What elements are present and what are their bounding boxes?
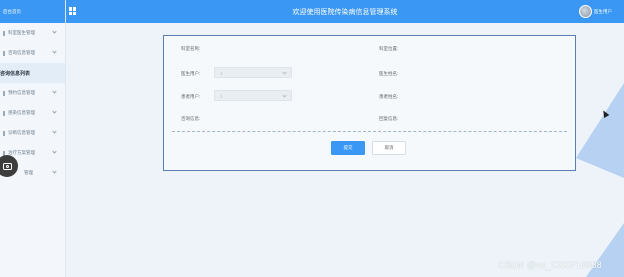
- patient-account-select[interactable]: 1: [214, 90, 292, 101]
- bullet-icon: [3, 90, 5, 96]
- sidebar: 后台首页 科室医生管理 咨询信息管理 咨询信息列表 预约信息管理 感染信息管理 …: [0, 0, 66, 277]
- chevron-down-icon: [52, 89, 57, 94]
- sidebar-subitem-consult-list[interactable]: 咨询信息列表: [0, 63, 65, 83]
- chevron-down-icon: [52, 29, 57, 34]
- user-menu[interactable]: 医生用户: [579, 5, 612, 18]
- doctor-account-select[interactable]: 1: [214, 67, 292, 78]
- doctor-account-value: 1: [220, 71, 223, 76]
- dept-name-label: 科室名称:: [181, 46, 201, 51]
- top-header: 欢迎使用医院传染病信息管理系统 医生用户: [66, 0, 624, 23]
- camera-lens: [5, 164, 9, 168]
- doctor-name-label: 医生姓名:: [379, 71, 399, 76]
- bullet-icon: [3, 130, 5, 136]
- chevron-down-icon: [52, 49, 57, 54]
- consult-form: 科室名称: 科室位置: 医生用户: 1 医生姓名: 患者用户: 1 患者姓名: …: [163, 35, 576, 171]
- chevron-down-icon: [52, 149, 57, 154]
- form-divider: [172, 131, 567, 132]
- chevron-down-icon: [282, 92, 287, 98]
- consult-info-label: 咨询信息:: [181, 116, 201, 121]
- bullet-icon: [3, 30, 5, 36]
- user-name: 医生用户: [594, 8, 612, 14]
- reply-info-label: 回复信息:: [379, 116, 399, 121]
- chevron-down-icon: [52, 169, 57, 174]
- sidebar-item-label: 管理: [24, 170, 33, 175]
- chevron-down-icon: [52, 129, 57, 134]
- sidebar-brand[interactable]: 后台首页: [0, 0, 65, 23]
- sidebar-item-label: 科室医生管理: [8, 30, 35, 35]
- sidebar-item-label: 预约信息管理: [8, 90, 35, 95]
- watermark: CSDN @vx_CXKF10088: [498, 260, 602, 270]
- doctor-account-label: 医生用户:: [181, 71, 201, 76]
- bullet-icon: [3, 110, 5, 116]
- sidebar-item-diagnosis[interactable]: 诊断信息管理: [0, 123, 65, 143]
- patient-account-label: 患者用户:: [181, 94, 201, 99]
- sidebar-item-label: 咨询信息管理: [8, 50, 35, 55]
- dept-position-label: 科室位置:: [379, 46, 399, 51]
- sidebar-item-label: 咨询信息列表: [0, 70, 31, 77]
- camera-body: [2, 162, 12, 170]
- main-content: 科室名称: 科室位置: 医生用户: 1 医生姓名: 患者用户: 1 患者姓名: …: [66, 23, 624, 277]
- sidebar-item-label: 诊断信息管理: [8, 130, 35, 135]
- sidebar-item-infection[interactable]: 感染信息管理: [0, 103, 65, 123]
- chevron-down-icon: [52, 109, 57, 114]
- page-title: 欢迎使用医院传染病信息管理系统: [292, 9, 398, 16]
- sidebar-item-label: 治疗方案管理: [8, 150, 35, 155]
- patient-name-label: 患者姓名:: [379, 94, 399, 99]
- sidebar-item-dept-doctor[interactable]: 科室医生管理: [0, 23, 65, 43]
- bullet-icon: [3, 50, 5, 56]
- deco-triangle-upper: [576, 83, 624, 178]
- patient-account-value: 1: [220, 94, 223, 99]
- sidebar-item-label: 感染信息管理: [8, 110, 35, 115]
- sidebar-item-appointment[interactable]: 预约信息管理: [0, 83, 65, 103]
- cancel-button[interactable]: 取消: [372, 141, 406, 155]
- avatar[interactable]: [579, 5, 592, 18]
- sidebar-item-consult[interactable]: 咨询信息管理: [0, 43, 65, 63]
- submit-button[interactable]: 提交: [331, 141, 365, 155]
- chevron-down-icon: [282, 69, 287, 75]
